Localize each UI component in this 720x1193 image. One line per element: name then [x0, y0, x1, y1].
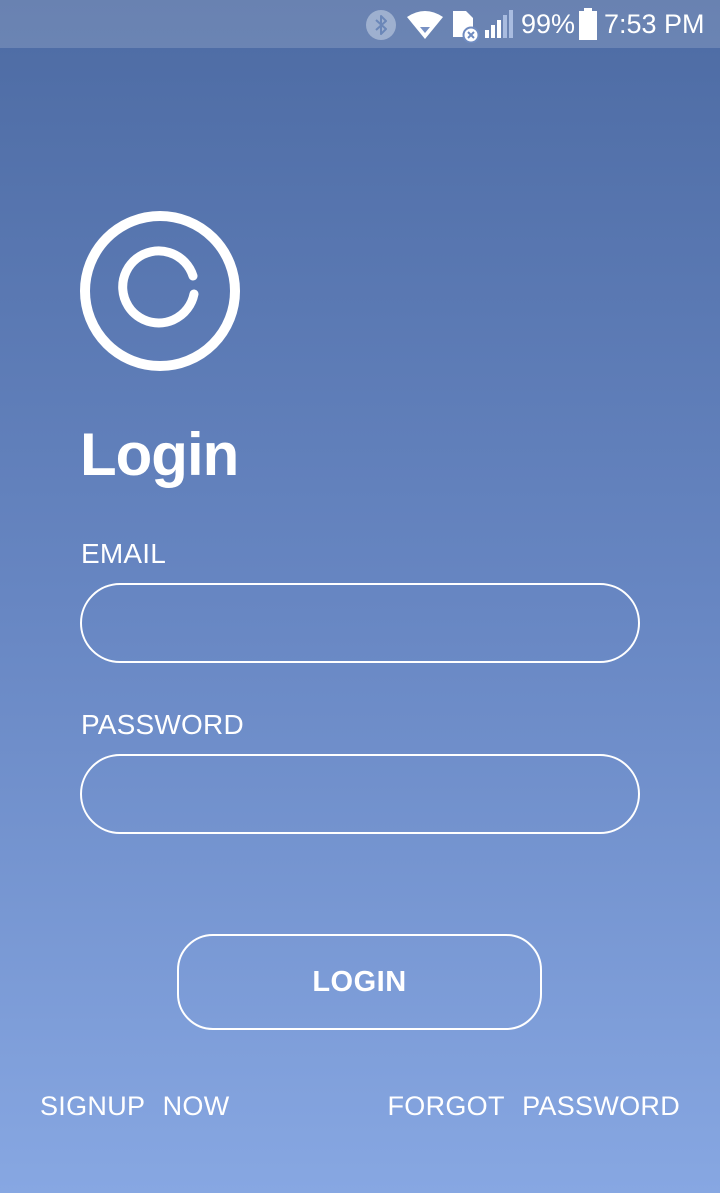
sim-card-icon [451, 9, 481, 44]
login-button[interactable]: LOGIN [177, 934, 542, 1030]
page-title: Login [80, 421, 239, 488]
password-label: PASSWORD [81, 709, 244, 740]
wifi-icon [406, 10, 444, 40]
email-field[interactable] [80, 583, 640, 663]
signup-now-link[interactable]: SIGNUP NOW [40, 1088, 230, 1124]
clock: 7:53 PM [604, 9, 705, 39]
email-label: EMAIL [81, 538, 167, 569]
signal-icon [484, 10, 514, 38]
bluetooth-icon [365, 9, 397, 41]
status-bar: 99% 7:53 PM [0, 0, 720, 48]
battery-icon [579, 8, 597, 40]
battery-percentage: 99% [521, 9, 576, 39]
copyright-icon [80, 211, 240, 371]
forgot-password-link[interactable]: FORGOT PASSWORD [387, 1088, 680, 1124]
password-field[interactable] [80, 754, 640, 834]
